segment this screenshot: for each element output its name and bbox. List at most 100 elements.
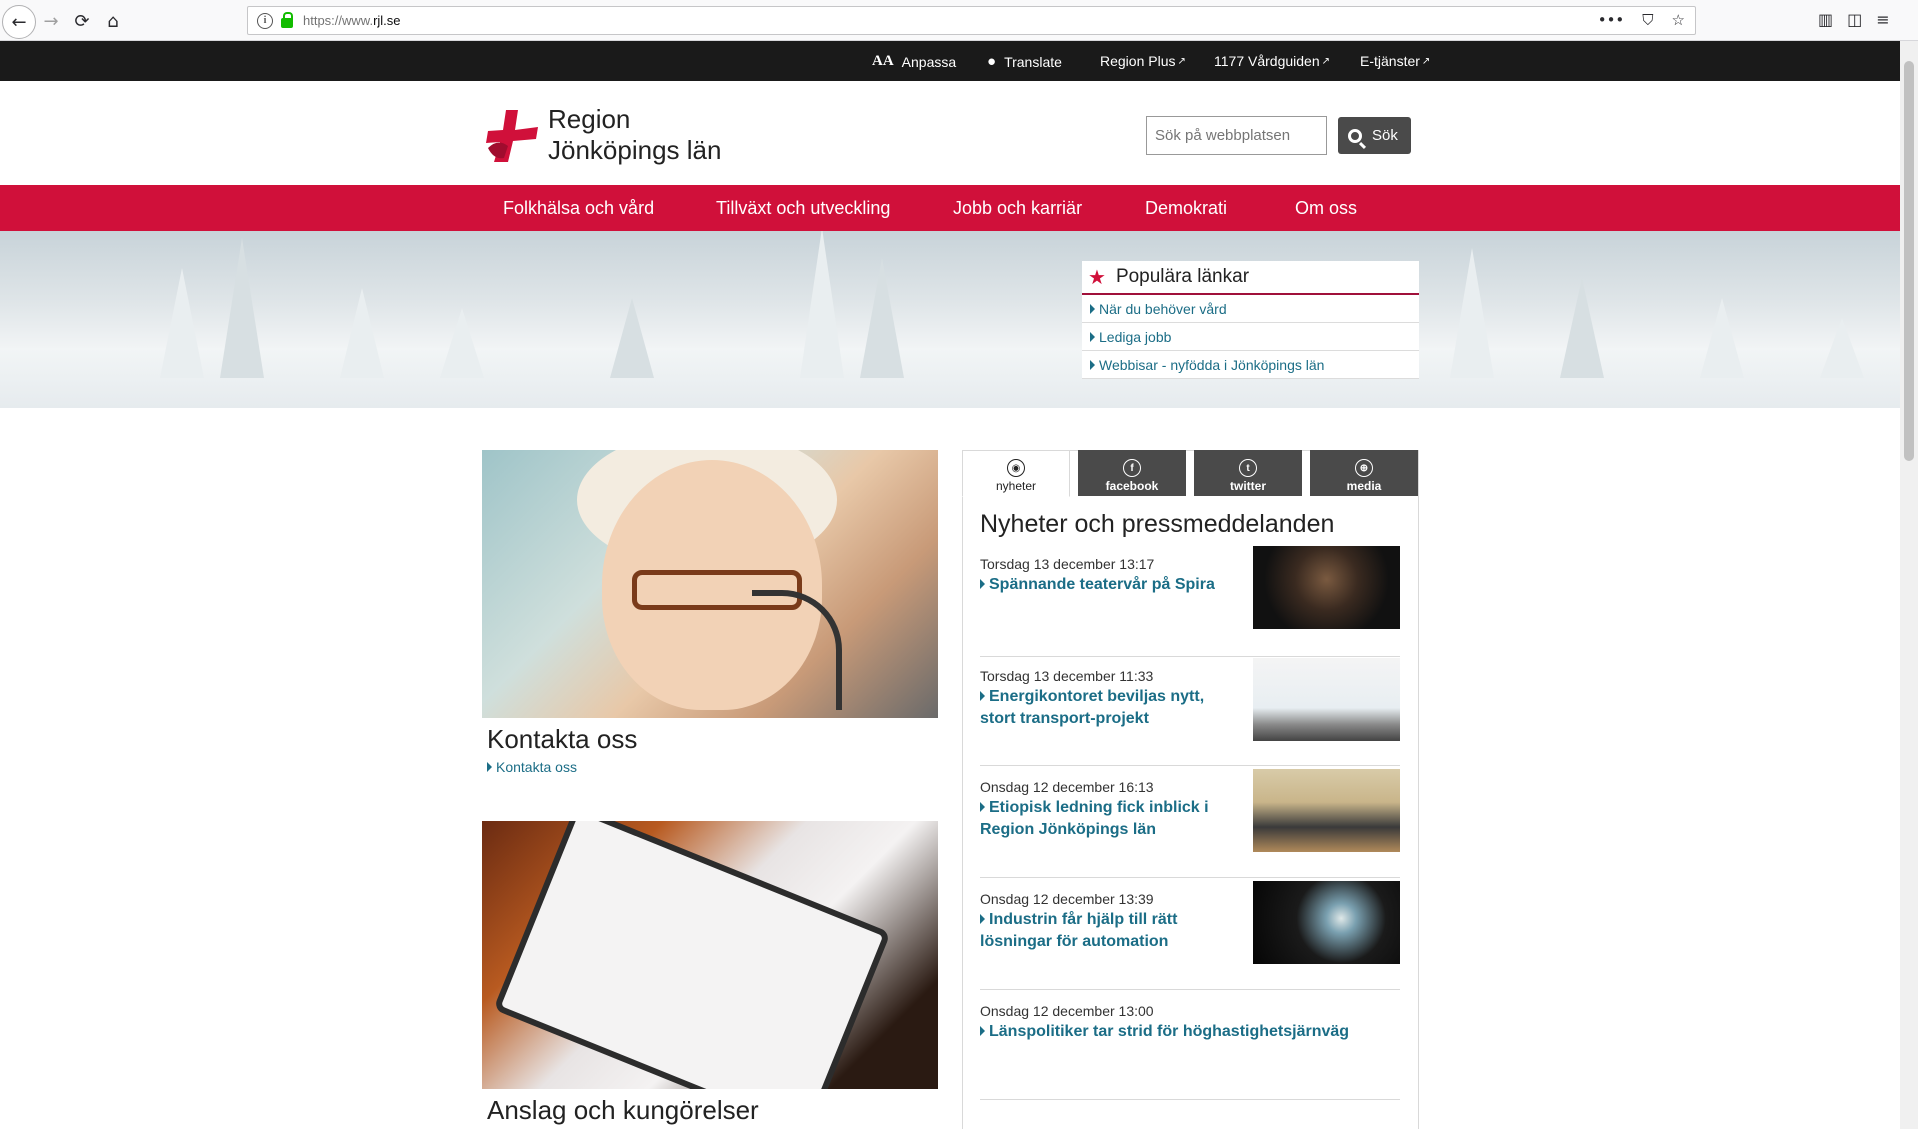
home-button[interactable]: ⌂: [98, 6, 128, 36]
search-icon: [1348, 128, 1362, 143]
caret-right-icon: [980, 1026, 985, 1036]
news-title-link[interactable]: Industrin får hjälp till rätt lösningar …: [980, 909, 1240, 953]
news-thumbnail[interactable]: [1253, 881, 1400, 964]
region-plus-link[interactable]: Region Plus ↗: [1100, 53, 1186, 69]
globe-icon: ⊕: [1355, 459, 1373, 477]
hero-banner: [0, 231, 1900, 408]
tree-shape: [1450, 248, 1494, 378]
tablet-shape: [493, 821, 891, 1089]
news-title-link[interactable]: Spännande teatervår på Spira: [980, 574, 1240, 596]
e-tjanster-link[interactable]: E-tjänster ↗: [1360, 53, 1430, 69]
news-heading: Nyheter och pressmeddelanden: [980, 510, 1335, 538]
address-bar[interactable]: i https://www.rjl.se ••• ⛉ ☆: [247, 6, 1696, 35]
nav-item-jobb[interactable]: Jobb och karriär: [953, 198, 1082, 219]
nav-item-demokrati[interactable]: Demokrati: [1145, 198, 1227, 219]
info-icon[interactable]: i: [257, 12, 273, 29]
rss-icon: ◉: [1007, 459, 1025, 477]
tab-nyheter[interactable]: ◉ nyheter: [962, 450, 1070, 497]
tree-shape: [610, 298, 654, 378]
news-date: Onsdag 12 december 16:13: [980, 779, 1154, 795]
url-text[interactable]: https://www.rjl.se: [303, 13, 401, 28]
nav-item-tillvaxt[interactable]: Tillväxt och utveckling: [716, 198, 890, 219]
caret-right-icon: [980, 802, 985, 812]
caret-right-icon: [1090, 303, 1095, 314]
vardguiden-link[interactable]: 1177 Vårdguiden ↗: [1214, 53, 1330, 69]
search-input[interactable]: [1146, 116, 1327, 155]
tree-shape: [440, 308, 484, 378]
page-actions-icon[interactable]: •••: [1598, 11, 1625, 29]
card-title-anslag[interactable]: Anslag och kungörelser: [487, 1095, 759, 1126]
star-icon: ★: [1088, 265, 1106, 289]
globe-icon: ●: [987, 53, 997, 70]
tree-shape: [160, 268, 204, 378]
news-item: Torsdag 13 december 13:17 Spännande teat…: [980, 546, 1400, 657]
tree-shape: [800, 231, 844, 378]
snow-ground: [0, 348, 1900, 408]
translate-link[interactable]: ● Translate: [987, 53, 1062, 70]
tree-shape: [340, 288, 384, 378]
scrollbar-thumb[interactable]: [1904, 61, 1914, 461]
lock-icon: [281, 11, 293, 28]
bookmark-star-icon[interactable]: ☆: [1672, 11, 1685, 29]
card-link-kontakta[interactable]: Kontakta oss: [487, 759, 577, 775]
search-button[interactable]: Sök: [1338, 117, 1411, 154]
caret-right-icon: [1090, 359, 1095, 370]
news-title-link[interactable]: Länspolitiker tar strid för höghastighet…: [980, 1021, 1400, 1043]
nav-item-folkhalsa[interactable]: Folkhälsa och vård: [503, 198, 654, 219]
external-link-icon: ↗: [1321, 55, 1330, 67]
tree-shape: [860, 258, 904, 378]
news-thumbnail[interactable]: [1253, 546, 1400, 629]
library-icon[interactable]: ▥: [1818, 10, 1833, 29]
sidebar-icon[interactable]: ◫: [1847, 10, 1862, 29]
card-title-kontakta[interactable]: Kontakta oss: [487, 724, 637, 755]
caret-right-icon: [980, 914, 985, 924]
tab-twitter[interactable]: t twitter: [1194, 450, 1302, 496]
back-button[interactable]: ←: [2, 5, 36, 39]
logo-text-line1: Region: [548, 104, 631, 134]
popular-link[interactable]: När du behöver vård: [1082, 295, 1419, 323]
news-date: Torsdag 13 december 11:33: [980, 668, 1154, 684]
caret-right-icon: [980, 579, 985, 589]
main-navigation: Folkhälsa och vård Tillväxt och utveckli…: [0, 185, 1900, 231]
text-size-icon: AA: [872, 53, 894, 69]
pocket-icon[interactable]: ⛉: [1642, 11, 1653, 29]
caret-right-icon: [487, 762, 492, 772]
news-date: Onsdag 12 december 13:39: [980, 891, 1154, 907]
logo-mark-icon: [486, 110, 538, 162]
caret-right-icon: [980, 691, 985, 701]
tree-shape: [1560, 278, 1604, 378]
tree-shape: [1820, 318, 1864, 378]
twitter-icon: t: [1239, 459, 1257, 477]
popular-links-title: Populära länkar: [1115, 266, 1250, 287]
news-date: Torsdag 13 december 13:17: [980, 556, 1155, 572]
tree-shape: [220, 238, 264, 378]
logo-text-line2: Jönköpings län: [548, 135, 722, 165]
external-link-icon: ↗: [1177, 55, 1186, 67]
site-logo[interactable]: Region Jönköpings län: [484, 104, 724, 168]
news-date: Onsdag 12 december 13:00: [980, 1003, 1154, 1019]
news-item: Onsdag 12 december 13:39 Industrin får h…: [980, 881, 1400, 990]
reload-button[interactable]: ⟳: [67, 6, 97, 36]
news-item: Onsdag 12 december 16:13 Etiopisk lednin…: [980, 769, 1400, 878]
page-scrollbar[interactable]: [1900, 41, 1918, 1129]
tab-media[interactable]: ⊕ media: [1310, 450, 1418, 496]
news-title-link[interactable]: Etiopisk ledning fick inblick i Region J…: [980, 797, 1240, 841]
facebook-icon: f: [1123, 459, 1141, 477]
tab-facebook[interactable]: f facebook: [1078, 450, 1186, 496]
news-thumbnail[interactable]: [1253, 658, 1400, 741]
tree-shape: [1700, 298, 1744, 378]
news-title-link[interactable]: Energikontoret beviljas nytt, stort tran…: [980, 686, 1240, 730]
menu-icon[interactable]: ≡: [1876, 10, 1889, 29]
caret-right-icon: [1090, 331, 1095, 342]
external-link-icon: ↗: [1421, 55, 1431, 67]
anslag-image[interactable]: [482, 821, 938, 1089]
news-thumbnail[interactable]: [1253, 769, 1400, 852]
anpassa-link[interactable]: AA Anpassa: [872, 53, 956, 70]
popular-link[interactable]: Lediga jobb: [1082, 323, 1419, 351]
nav-item-om-oss[interactable]: Om oss: [1295, 198, 1357, 219]
popular-links-box: ★ Populära länkar När du behöver vård Le…: [1082, 261, 1419, 379]
contact-image[interactable]: [482, 450, 938, 718]
forward-button[interactable]: →: [36, 6, 66, 36]
popular-link[interactable]: Webbisar - nyfödda i Jönköpings län: [1082, 351, 1419, 379]
news-item: Torsdag 13 december 11:33 Energikontoret…: [980, 658, 1400, 766]
